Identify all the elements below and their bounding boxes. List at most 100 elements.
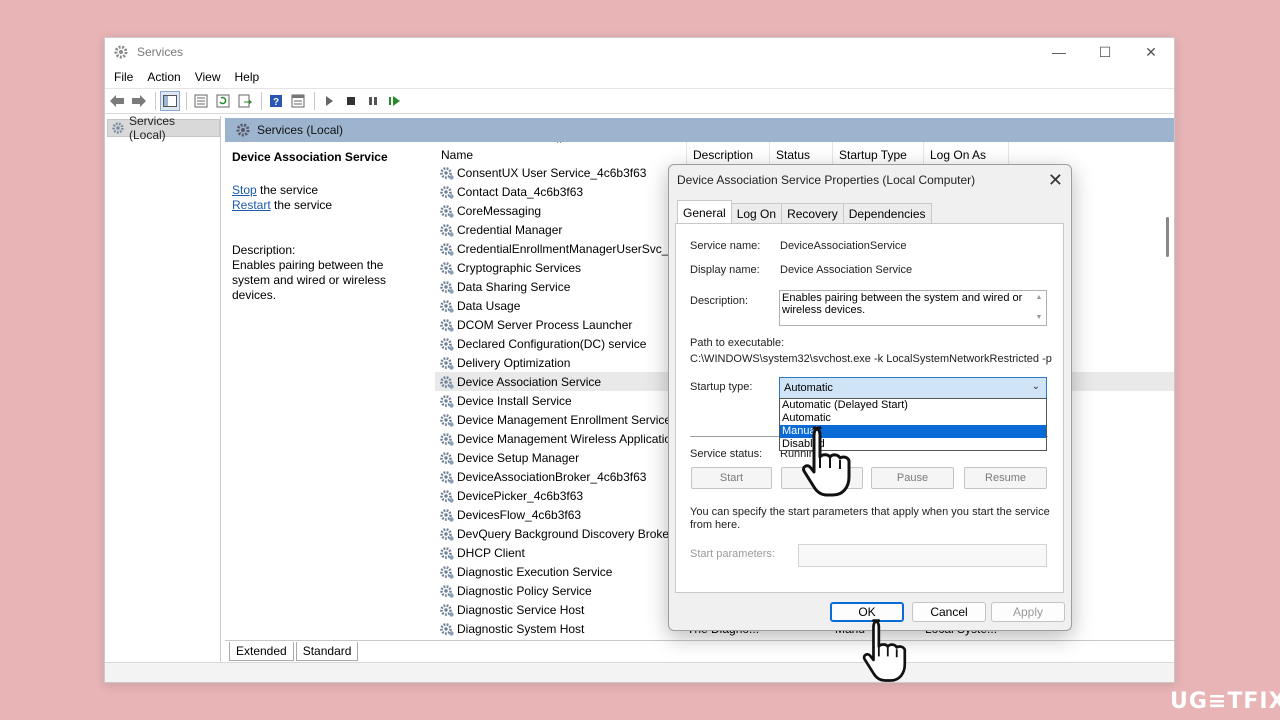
minimize-button[interactable]: —: [1036, 38, 1082, 66]
help-icon[interactable]: ?: [266, 91, 286, 111]
back-arrow-icon[interactable]: [107, 91, 127, 111]
service-gear-icon: [440, 204, 454, 218]
service-gear-icon: [440, 356, 454, 370]
service-name: Device Setup Manager: [457, 450, 580, 465]
service-name-value: DeviceAssociationService: [780, 240, 907, 252]
view-tabs: Extended Standard: [225, 640, 1174, 662]
panel-header: Services (Local): [225, 118, 1174, 142]
menu-file[interactable]: File: [107, 70, 140, 84]
description-label: Description:: [690, 295, 749, 307]
service-name-label: Service name:: [690, 240, 761, 252]
tab-general[interactable]: General: [677, 200, 732, 223]
tab-dependencies[interactable]: Dependencies: [842, 203, 932, 223]
description-text: Enables pairing between the system and w…: [232, 258, 387, 302]
service-gear-icon: [440, 527, 454, 541]
pause-button[interactable]: Pause: [871, 467, 954, 489]
restart-service-link[interactable]: Restart: [232, 198, 271, 212]
tab-log-on[interactable]: Log On: [730, 203, 783, 223]
service-name: Device Management Wireless Application: [457, 431, 678, 446]
sort-up-icon: ^: [557, 142, 562, 148]
apply-button[interactable]: Apply: [991, 602, 1065, 622]
start-service-icon[interactable]: [319, 91, 339, 111]
description-field-text: Enables pairing between the system and w…: [782, 292, 1023, 316]
menu-help[interactable]: Help: [228, 70, 267, 84]
service-name: Delivery Optimization: [457, 355, 571, 370]
column-description[interactable]: Description: [687, 142, 770, 164]
column-startup-type[interactable]: Startup Type: [833, 142, 924, 164]
maximize-button[interactable]: ☐: [1082, 38, 1128, 66]
startup-type-select[interactable]: Automatic ⌄: [779, 377, 1047, 399]
window-title: Services: [137, 45, 184, 59]
stop-link-suffix: the service: [256, 183, 319, 197]
forward-arrow-icon[interactable]: [129, 91, 149, 111]
service-name: CredentialEnrollmentManagerUserSvc_4: [457, 241, 676, 256]
stop-service-link[interactable]: Stop: [232, 183, 257, 197]
pause-service-icon[interactable]: [363, 91, 383, 111]
service-gear-icon: [440, 337, 454, 351]
service-name: Device Management Enrollment Service: [457, 412, 672, 427]
vertical-scrollbar[interactable]: [1162, 142, 1174, 640]
service-status-label: Service status:: [690, 448, 763, 460]
chevron-down-icon: ⌄: [1031, 381, 1040, 392]
option-automatic-delayed[interactable]: Automatic (Delayed Start): [780, 399, 1046, 412]
menu-view[interactable]: View: [188, 70, 228, 84]
show-hide-tree-icon[interactable]: [160, 91, 180, 111]
path-label: Path to executable:: [690, 337, 785, 349]
service-name: ConsentUX User Service_4c6b3f63: [457, 165, 647, 180]
tab-standard[interactable]: Standard: [295, 642, 359, 661]
menu-bar: File Action View Help: [105, 66, 1174, 88]
menu-action[interactable]: Action: [140, 70, 187, 84]
service-gear-icon: [440, 223, 454, 237]
service-gear-icon: [440, 451, 454, 465]
service-name: Credential Manager: [457, 222, 563, 237]
toolbar: ?: [105, 88, 1174, 114]
column-log-on-as[interactable]: Log On As: [924, 142, 1009, 164]
dialog-title: Device Association Service Properties (L…: [677, 173, 976, 187]
column-status[interactable]: Status: [770, 142, 833, 164]
tree-pane: Services (Local): [105, 114, 221, 662]
properties-dialog: Device Association Service Properties (L…: [668, 164, 1072, 631]
close-button[interactable]: ✕: [1128, 38, 1174, 66]
display-name-value: Device Association Service: [780, 264, 913, 276]
service-gear-icon: [440, 280, 454, 294]
extended-description-pane: Device Association Service Stop the serv…: [225, 142, 429, 640]
dialog-close-button[interactable]: ✕: [1048, 170, 1063, 191]
start-parameters-label: Start parameters:: [690, 548, 775, 560]
export-list-icon[interactable]: [235, 91, 255, 111]
start-button[interactable]: Start: [691, 467, 772, 489]
services-gear-icon: [236, 123, 250, 137]
path-value: C:\WINDOWS\system32\svchost.exe -k Local…: [690, 353, 1052, 365]
panel-header-title: Services (Local): [257, 123, 344, 137]
resume-button[interactable]: Resume: [964, 467, 1047, 489]
display-name-label: Display name:: [690, 264, 760, 276]
service-gear-icon: [440, 603, 454, 617]
properties-sheet-icon[interactable]: [191, 91, 211, 111]
cancel-button[interactable]: Cancel: [912, 602, 986, 622]
service-name: Declared Configuration(DC) service: [457, 336, 647, 351]
service-name: CoreMessaging: [457, 203, 542, 218]
tab-recovery[interactable]: Recovery: [781, 203, 844, 223]
service-gear-icon: [440, 546, 454, 560]
stop-service-icon[interactable]: [341, 91, 361, 111]
service-gear-icon: [440, 242, 454, 256]
hand-pointer-icon: [802, 426, 851, 497]
service-gear-icon: [440, 318, 454, 332]
service-gear-icon: [440, 622, 454, 636]
view-icon[interactable]: [288, 91, 308, 111]
start-parameters-input[interactable]: [798, 544, 1047, 567]
tab-extended[interactable]: Extended: [229, 642, 294, 661]
restart-service-icon[interactable]: [385, 91, 405, 111]
service-name: Diagnostic System Host: [457, 621, 585, 636]
service-name: Device Association Service: [457, 374, 602, 389]
status-bar: [105, 662, 1174, 682]
service-gear-icon: [440, 508, 454, 522]
refresh-icon[interactable]: [213, 91, 233, 111]
description-label: Description:: [232, 243, 296, 257]
tree-item-services-local[interactable]: Services (Local): [107, 114, 220, 142]
description-scrollbar[interactable]: ▲ ▼: [1033, 292, 1045, 324]
column-name[interactable]: Name ^: [435, 142, 687, 164]
service-name: DHCP Client: [457, 545, 525, 560]
service-name: DeviceAssociationBroker_4c6b3f63: [457, 469, 647, 484]
description-field[interactable]: Enables pairing between the system and w…: [779, 290, 1047, 326]
restart-link-suffix: the service: [270, 198, 333, 212]
